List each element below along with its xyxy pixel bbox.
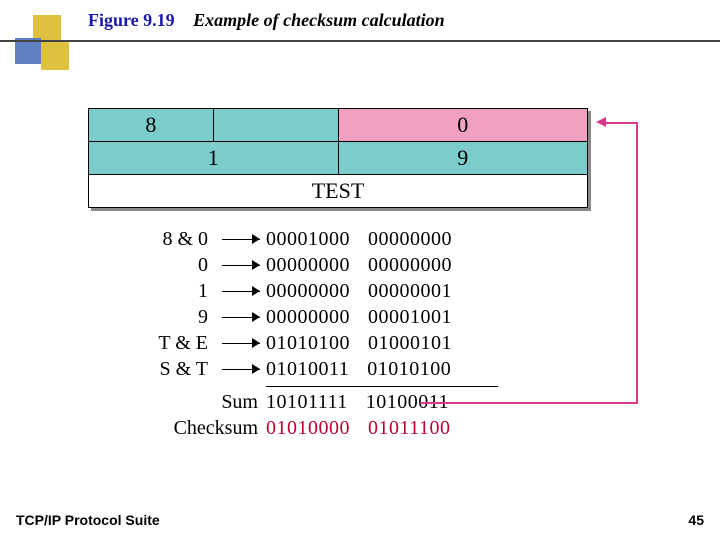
octet: 01010011 xyxy=(266,358,349,381)
octet: 01010100 xyxy=(367,358,451,381)
calc-label: 0 xyxy=(88,254,216,277)
arrow-icon xyxy=(216,306,266,329)
packet-header-table: 8 0 1 9 TEST xyxy=(88,108,588,208)
octet: 01000101 xyxy=(368,332,452,355)
cell-code xyxy=(213,109,338,142)
octet: 00000000 xyxy=(266,306,350,329)
slide-header: Figure 9.19 Example of checksum calculat… xyxy=(0,0,720,80)
octet: 01011100 xyxy=(368,417,451,440)
calc-row: 0 00000000 00000000 xyxy=(88,252,608,278)
calc-row: T & E 01010100 01000101 xyxy=(88,330,608,356)
decor-square xyxy=(41,42,69,70)
calc-row: S & T 01010011 01010100 xyxy=(88,356,608,382)
checksum-row: Checksum 01010000 01011100 xyxy=(88,415,608,441)
arrow-icon xyxy=(216,358,266,381)
arrow-icon xyxy=(216,254,266,277)
cell-checksum: 0 xyxy=(338,109,588,142)
sum-label: Sum xyxy=(88,391,266,414)
octet: 00001001 xyxy=(368,306,452,329)
arrow-icon xyxy=(216,332,266,355)
cell-id: 1 xyxy=(89,142,339,175)
cell-data: TEST xyxy=(89,175,588,208)
figure-caption: Example of checksum calculation xyxy=(193,10,445,30)
cell-type: 8 xyxy=(89,109,214,142)
sum-separator xyxy=(266,386,498,387)
octet: 00000000 xyxy=(266,254,350,277)
octet: 00000000 xyxy=(266,280,350,303)
calc-row: 8 & 0 00001000 00000000 xyxy=(88,226,608,252)
footer-left: TCP/IP Protocol Suite xyxy=(16,512,160,528)
calc-label: 8 & 0 xyxy=(88,228,216,251)
figure-body: 8 0 1 9 TEST 8 & 0 00001000 00000000 0 0… xyxy=(88,108,608,441)
octet: 00000000 xyxy=(368,228,452,251)
slide-footer: TCP/IP Protocol Suite 45 xyxy=(16,512,704,528)
calculation-block: 8 & 0 00001000 00000000 0 00000000 00000… xyxy=(88,226,608,441)
calc-label: S & T xyxy=(88,358,216,381)
callback-line xyxy=(420,402,638,404)
figure-title: Figure 9.19 Example of checksum calculat… xyxy=(88,10,445,31)
calc-row: 9 00000000 00001001 xyxy=(88,304,608,330)
arrow-icon xyxy=(216,228,266,251)
octet: 00001000 xyxy=(266,228,350,251)
calc-label: 1 xyxy=(88,280,216,303)
calc-label: 9 xyxy=(88,306,216,329)
octet: 01010000 xyxy=(266,417,350,440)
header-rule xyxy=(0,40,720,42)
calc-label: T & E xyxy=(88,332,216,355)
figure-number: Figure 9.19 xyxy=(88,10,175,30)
arrow-icon xyxy=(216,280,266,303)
cell-seq: 9 xyxy=(338,142,588,175)
octet: 00000001 xyxy=(368,280,452,303)
octet: 10101111 xyxy=(266,391,348,414)
calc-row: 1 00000000 00000001 xyxy=(88,278,608,304)
callback-line xyxy=(604,122,638,124)
octet: 01010100 xyxy=(266,332,350,355)
octet: 00000000 xyxy=(368,254,452,277)
page-number: 45 xyxy=(688,512,704,528)
callback-line xyxy=(636,122,638,402)
checksum-label: Checksum xyxy=(88,417,266,440)
